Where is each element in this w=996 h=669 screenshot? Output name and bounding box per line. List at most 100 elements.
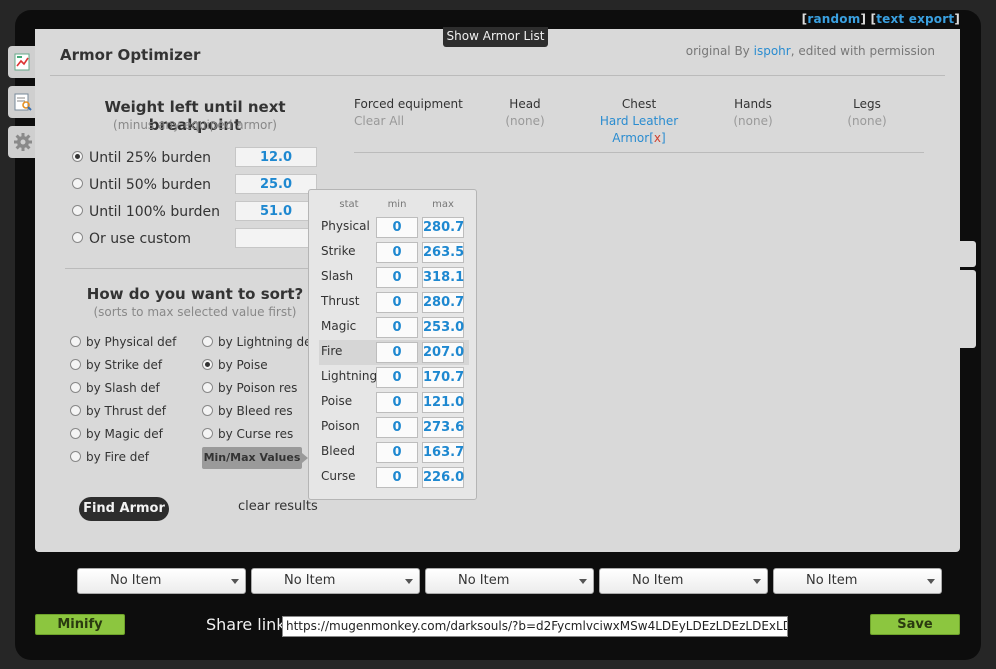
stat-min-input[interactable]: 0	[376, 217, 418, 238]
item-select-4[interactable]: No Item	[599, 568, 768, 594]
sort-magic-radio[interactable]	[70, 428, 81, 439]
save-button[interactable]: Save	[870, 614, 960, 635]
item-select-value: No Item	[284, 573, 336, 588]
clear-all-link[interactable]: Clear All	[354, 114, 404, 128]
stat-max-input[interactable]: 280.7	[422, 292, 464, 313]
stat-min-input[interactable]: 0	[376, 442, 418, 463]
sort-thrust-label: by Thrust def	[86, 404, 167, 418]
stat-row-poise: Poise 0 121.0	[319, 390, 469, 415]
burden-100-value: 51.0	[235, 201, 317, 221]
item-select-value: No Item	[110, 573, 162, 588]
sort-poise-label: by Poise	[218, 358, 268, 372]
stat-min-input[interactable]: 0	[376, 342, 418, 363]
item-select-1[interactable]: No Item	[77, 568, 246, 594]
chest-armor-link[interactable]: Hard Leather Armor	[600, 114, 678, 145]
share-link-input[interactable]: https://mugenmonkey.com/darksouls/?b=d2F…	[282, 616, 788, 637]
stat-max-input[interactable]: 273.6	[422, 417, 464, 438]
sort-poison-radio[interactable]	[202, 382, 213, 393]
credit-text: original By ispohr, edited with permissi…	[660, 44, 935, 58]
stat-max-input[interactable]: 163.7	[422, 442, 464, 463]
stat-row-curse: Curse 0 226.0	[319, 465, 469, 490]
stat-min-input[interactable]: 0	[376, 317, 418, 338]
min-max-values-button[interactable]: Min/Max Values	[202, 447, 308, 469]
sort-fire-radio[interactable]	[70, 451, 81, 462]
item-select-3[interactable]: No Item	[425, 568, 594, 594]
stat-name: Slash	[321, 269, 354, 283]
stat-max-input[interactable]: 170.7	[422, 367, 464, 388]
stat-name: Magic	[321, 319, 357, 333]
stat-min-input[interactable]: 0	[376, 417, 418, 438]
item-select-value: No Item	[632, 573, 684, 588]
item-select-value: No Item	[458, 573, 510, 588]
burden-50-label: Until 50% burden	[89, 177, 212, 193]
burden-25-radio[interactable]	[72, 151, 83, 162]
stat-min-input[interactable]: 0	[376, 292, 418, 313]
slot-legs-title: Legs	[853, 97, 881, 111]
sort-lightning-label: by Lightning def	[218, 335, 316, 349]
stat-row-magic: Magic 0 253.0	[319, 315, 469, 340]
burden-100-radio[interactable]	[72, 205, 83, 216]
top-links: [random] [text export]	[801, 12, 960, 26]
page-title: Armor Optimizer	[60, 46, 201, 64]
remove-chest-button[interactable]: x	[654, 131, 661, 145]
stat-min-input[interactable]: 0	[376, 467, 418, 488]
chart-icon	[14, 53, 30, 71]
item-select-2[interactable]: No Item	[251, 568, 420, 594]
slot-chest-value: Hard Leather Armor[x]	[599, 114, 679, 145]
stat-min-input[interactable]: 0	[376, 242, 418, 263]
side-tab-1[interactable]	[960, 241, 976, 267]
stat-name: Curse	[321, 469, 356, 483]
stat-row-strike: Strike 0 263.5	[319, 240, 469, 265]
author-link[interactable]: ispohr	[754, 44, 791, 58]
slot-chest-title: Chest	[621, 97, 657, 111]
sidebar-settings-icon[interactable]	[8, 126, 38, 158]
item-select-value: No Item	[806, 573, 858, 588]
slot-hands-title: Hands	[734, 97, 772, 111]
item-select-5[interactable]: No Item	[773, 568, 942, 594]
document-search-icon	[14, 93, 32, 111]
burden-50-radio[interactable]	[72, 178, 83, 189]
custom-weight-input[interactable]	[235, 228, 317, 248]
sort-strike-radio[interactable]	[70, 359, 81, 370]
sort-slash-radio[interactable]	[70, 382, 81, 393]
sort-thrust-radio[interactable]	[70, 405, 81, 416]
sort-poise-radio[interactable]	[202, 359, 213, 370]
sort-curse-label: by Curse res	[218, 427, 294, 441]
stat-name: Bleed	[321, 444, 355, 458]
stat-min-input[interactable]: 0	[376, 267, 418, 288]
stat-min-input[interactable]: 0	[376, 392, 418, 413]
clear-results-link[interactable]: clear results	[238, 499, 318, 514]
side-tab-2[interactable]	[960, 270, 976, 348]
find-armor-button[interactable]: Find Armor	[79, 497, 169, 521]
share-link-label: Share link	[206, 615, 286, 634]
stat-max-input[interactable]: 226.0	[422, 467, 464, 488]
stat-min-input[interactable]: 0	[376, 367, 418, 388]
stat-name: Thrust	[321, 294, 360, 308]
divider	[65, 268, 325, 269]
stat-max-input[interactable]: 253.0	[422, 317, 464, 338]
stat-max-input[interactable]: 207.0	[422, 342, 464, 363]
sidebar-build-icon[interactable]	[8, 46, 38, 78]
stat-max-input[interactable]: 280.7	[422, 217, 464, 238]
forced-equipment-label: Forced equipment	[354, 97, 463, 111]
sort-curse-radio[interactable]	[202, 428, 213, 439]
show-armor-list-button[interactable]: Show Armor List	[443, 27, 548, 47]
sort-lightning-radio[interactable]	[202, 336, 213, 347]
random-link[interactable]: random	[807, 12, 860, 26]
text-export-link[interactable]: text export	[876, 12, 954, 26]
chevron-down-icon	[579, 579, 587, 584]
stat-max-input[interactable]: 318.1	[422, 267, 464, 288]
stat-max-input[interactable]: 263.5	[422, 242, 464, 263]
stat-row-physical: Physical 0 280.7	[319, 215, 469, 240]
sort-physical-label: by Physical def	[86, 335, 177, 349]
sidebar-armor-icon[interactable]	[8, 86, 38, 118]
sort-heading: How do you want to sort?	[86, 285, 304, 303]
minify-button[interactable]: Minify	[35, 614, 125, 635]
custom-radio[interactable]	[72, 232, 83, 243]
stat-max-input[interactable]: 121.0	[422, 392, 464, 413]
sort-physical-radio[interactable]	[70, 336, 81, 347]
stat-row-lightning: Lightning 0 170.7	[319, 365, 469, 390]
burden-25-label: Until 25% burden	[89, 150, 212, 166]
sort-bleed-radio[interactable]	[202, 405, 213, 416]
sort-bleed-label: by Bleed res	[218, 404, 293, 418]
